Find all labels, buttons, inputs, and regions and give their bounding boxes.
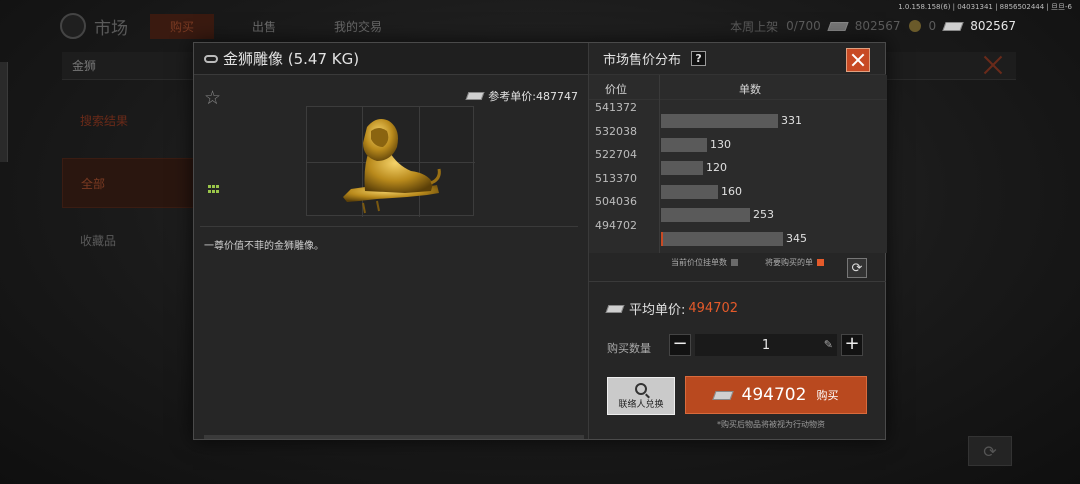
money-a: 802567: [854, 19, 901, 33]
search-icon: [635, 382, 647, 395]
reference-price: 参考单价: 487747: [465, 88, 578, 104]
legend-current-label: 当前价位挂单数: [671, 258, 727, 267]
background-refresh-icon[interactable]: ⟳: [968, 436, 1012, 466]
subbar-title: 金狮: [72, 59, 97, 73]
buy-label: 购买: [816, 389, 839, 402]
price-level-label: 513370: [595, 171, 637, 185]
cash-icon: [711, 390, 734, 400]
cash-icon: [827, 21, 849, 31]
purchase-note: *购买后物品将被视为行动物资: [717, 420, 825, 429]
distribution-bar: [661, 184, 718, 199]
market-panel: 市场售价分布 ? 价位 单数 541372 331 532038 130 522704 1…: [588, 43, 887, 439]
item-header: 金狮雕像 (5.47 KG): [194, 43, 588, 75]
coin-value: 0: [928, 19, 937, 33]
cash-icon: [605, 304, 625, 313]
item-description: 一尊价值不菲的金狮雕像。: [204, 241, 324, 252]
item-detail-panel: 金狮雕像 (5.47 KG) ☆ 参考单价: 487747 一尊价值不菲的金狮雕…: [194, 43, 588, 439]
ref-price-label: 参考单价:: [488, 90, 536, 103]
quantity-value: 1: [761, 337, 771, 353]
distribution-title: 市场售价分布: [603, 53, 682, 68]
link-icon: [204, 54, 218, 63]
item-purchase-dialog: 金狮雕像 (5.47 KG) ☆ 参考单价: 487747 一尊价值不菲的金狮雕…: [193, 42, 887, 440]
price-level-label: 504036: [595, 195, 637, 208]
coin-icon: [908, 20, 921, 32]
distribution-bar: [661, 231, 783, 246]
price-level-label: 541372: [595, 101, 637, 114]
tab-my-trades[interactable]: 我的交易: [314, 14, 402, 39]
legend-orange-swatch: [817, 259, 824, 266]
col-price-header: 价位: [605, 83, 627, 96]
divider: [200, 226, 578, 227]
contact-exchange-button[interactable]: 联络人兑换: [607, 377, 675, 415]
quantity-input[interactable]: 1 ✎: [695, 334, 837, 356]
contact-label: 联络人兑换: [618, 399, 664, 410]
scroll-indicator: [204, 435, 584, 439]
item-image: [306, 106, 475, 217]
price-level-label: 494702: [595, 218, 637, 232]
distribution-bar: [661, 208, 750, 222]
item-name: 金狮雕像 (5.47 KG): [223, 50, 360, 68]
avg-label: 平均单价:: [629, 303, 686, 318]
price-distribution-chart: 价位 单数 541372 331 532038 130 522704 120 513370 1…: [589, 75, 887, 253]
help-icon[interactable]: ?: [691, 51, 707, 66]
column-divider: [659, 75, 660, 253]
average-price: 平均单价: 494702: [605, 299, 739, 318]
refresh-icon[interactable]: ⟳: [847, 258, 867, 278]
legend-current: 当前价位挂单数: [671, 257, 738, 268]
divider: [589, 281, 886, 282]
listing-value: 0/700: [786, 19, 821, 33]
gold-lion-statue-image: [343, 119, 441, 214]
col-qty-header: 单数: [739, 83, 761, 96]
sidebar-item-collection[interactable]: 收藏品: [62, 215, 197, 265]
bar-count-label: 345: [786, 231, 807, 245]
favorite-star-icon[interactable]: ☆: [204, 87, 221, 109]
legend-buy: 将要购买的单: [765, 257, 824, 268]
distribution-bar: [661, 114, 778, 128]
grid-size-icon: [208, 185, 220, 193]
tab-sell[interactable]: 出售: [232, 14, 296, 39]
cash-icon: [942, 21, 964, 31]
bar-count-label: 253: [753, 208, 774, 221]
listing-label: 本周上架: [730, 19, 779, 34]
currency-area: 本周上架 0/700 802567 0 802567: [730, 18, 1016, 35]
edit-pencil-icon: ✎: [823, 338, 833, 351]
price-level-label: 522704: [595, 148, 637, 161]
legend-buy-label: 将要购买的单: [765, 258, 813, 267]
money-b: 802567: [970, 19, 1016, 33]
bar-count-label: 130: [710, 137, 731, 151]
version-text: 1.0.158.158(6) | 04031341 | 8856502444 |…: [898, 3, 1072, 11]
ref-price-value: 487747: [536, 89, 578, 103]
avg-value: 494702: [688, 301, 739, 316]
tab-buy[interactable]: 购买: [150, 13, 215, 39]
bar-count-label: 331: [781, 114, 802, 127]
distribution-bar: [661, 137, 707, 152]
header-divider: [589, 99, 887, 100]
quantity-minus-button[interactable]: −: [669, 334, 691, 356]
price-level-label: 532038: [595, 124, 637, 138]
distribution-bar: [661, 161, 703, 175]
buy-button[interactable]: 494702 购买: [685, 376, 867, 414]
close-button[interactable]: [846, 48, 870, 72]
background-close-icon[interactable]: [981, 53, 1005, 77]
quantity-label: 购买数量: [607, 342, 651, 355]
bar-count-label: 160: [721, 184, 742, 198]
quantity-plus-button[interactable]: +: [841, 334, 863, 356]
legend-gray-swatch: [731, 259, 738, 266]
side-handle[interactable]: [0, 62, 8, 162]
buy-price: 494702: [741, 385, 807, 405]
market-topbar: 市场 购买 出售 我的交易 本周上架 0/700 802567 0 802567: [60, 12, 1016, 40]
cash-icon: [465, 92, 485, 100]
sidebar-item-all[interactable]: 全部: [62, 158, 197, 208]
market-logo-icon: [60, 13, 86, 39]
bar-count-label: 120: [706, 161, 727, 174]
distribution-header: 市场售价分布 ?: [589, 43, 886, 75]
market-title: 市场: [94, 18, 128, 39]
sidebar-item-search-results[interactable]: 搜索结果: [62, 95, 197, 145]
